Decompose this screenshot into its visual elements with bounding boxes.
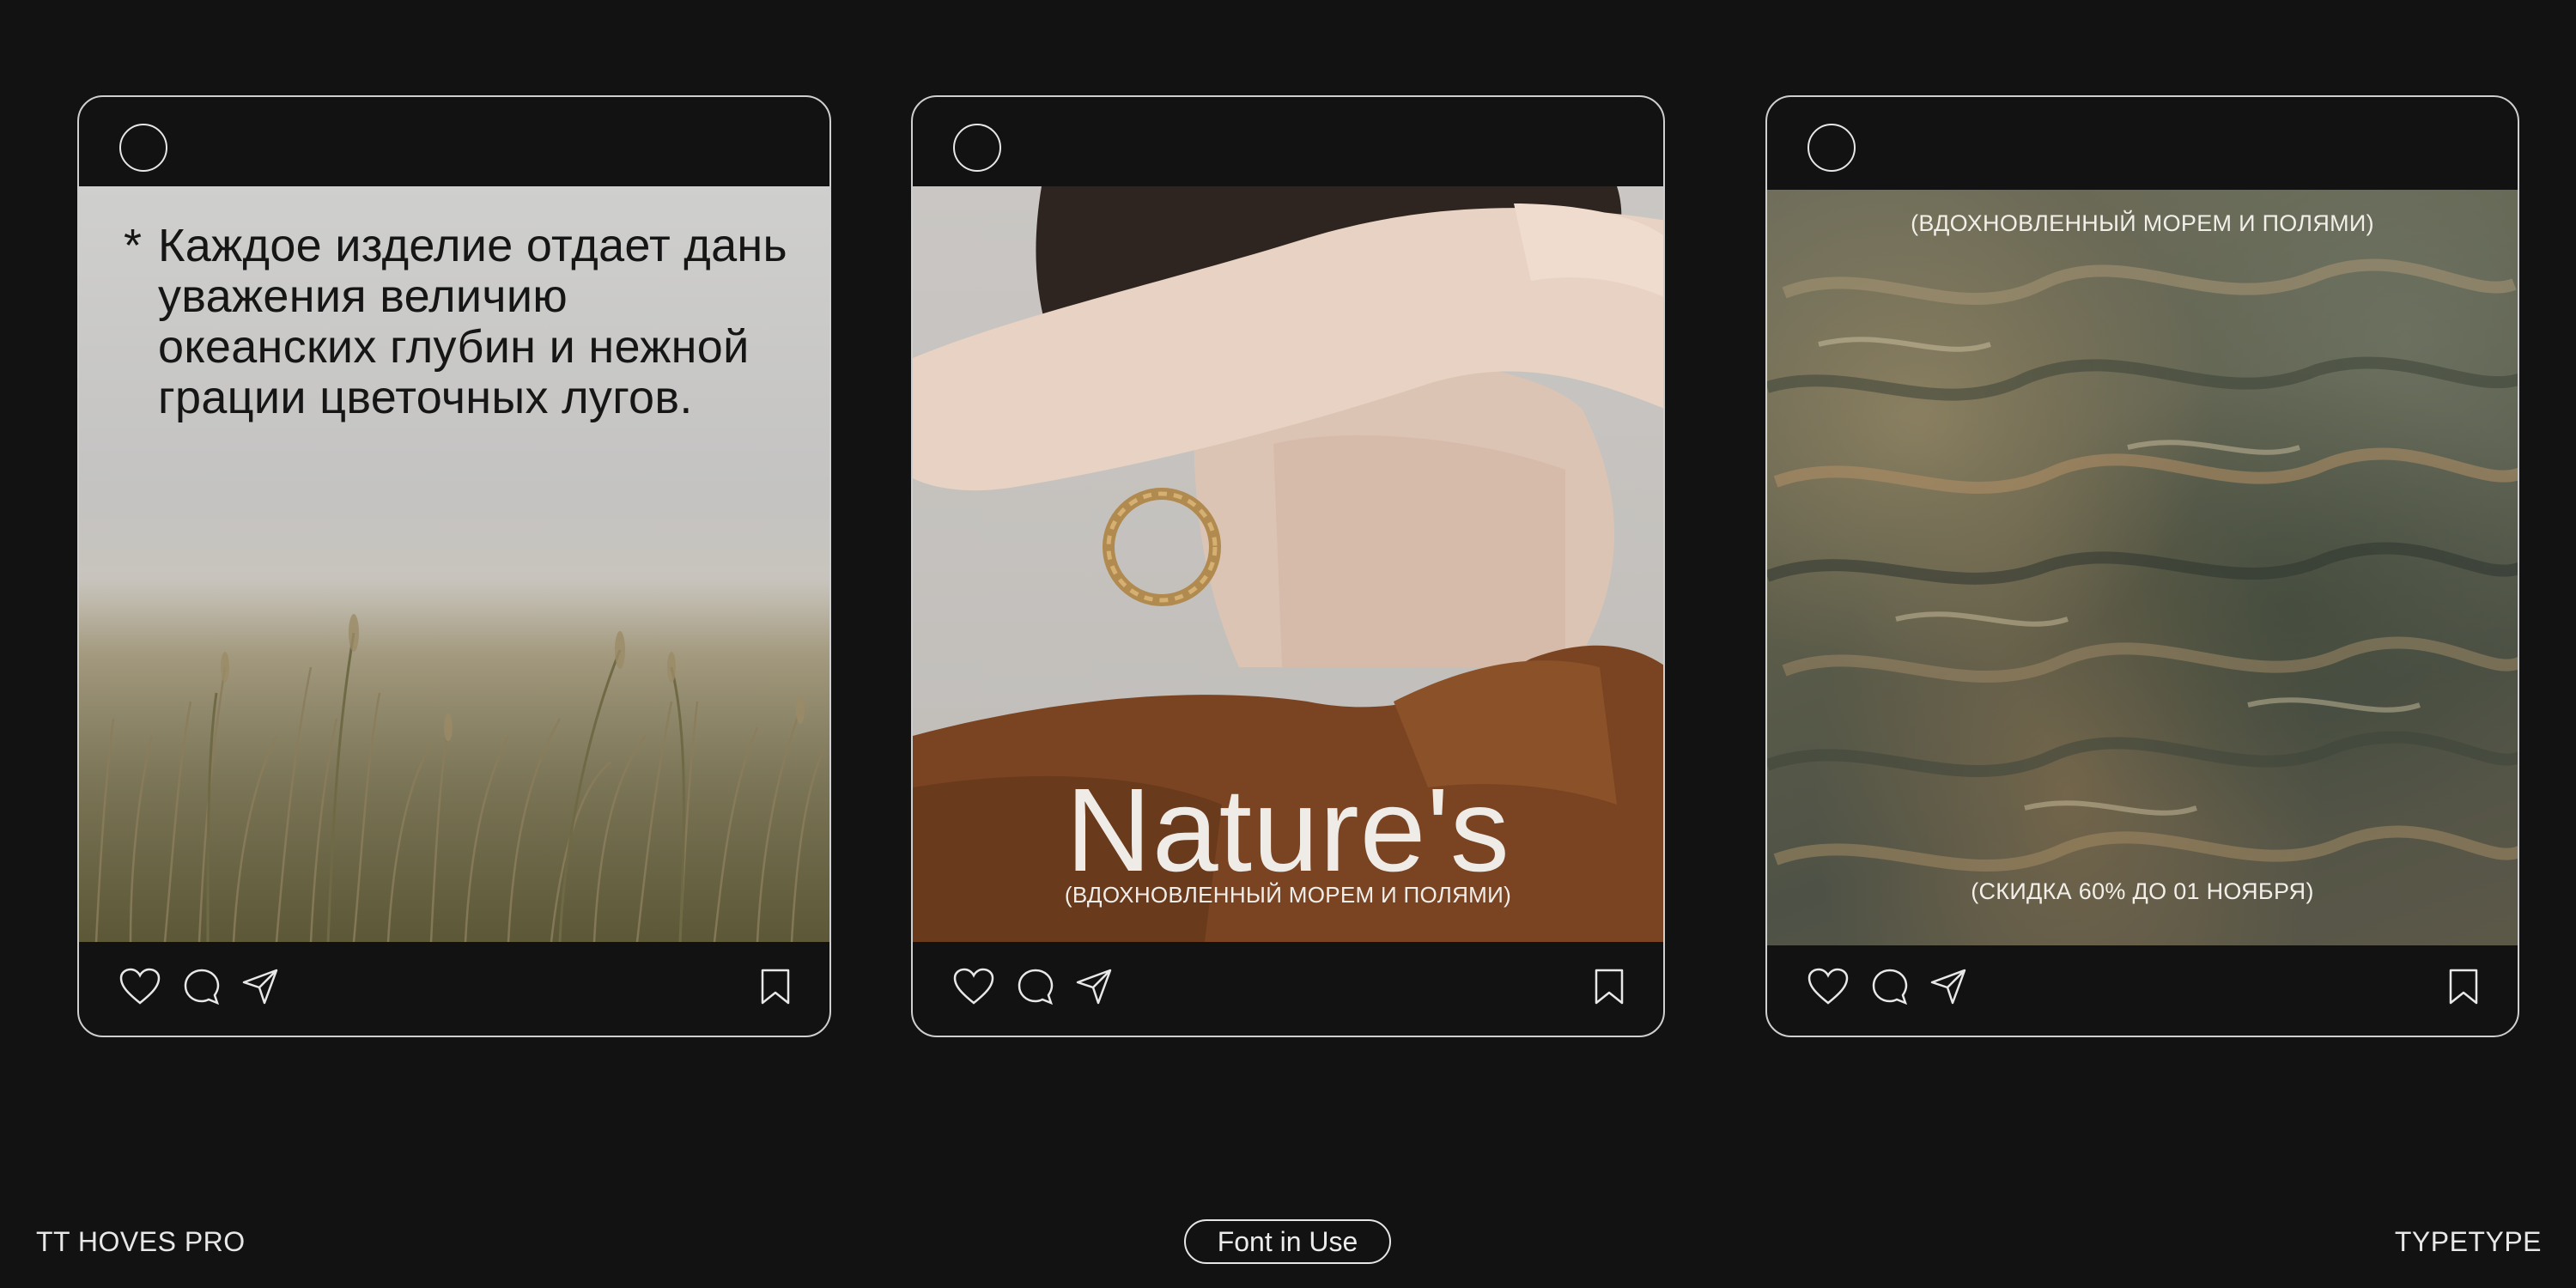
- post-actions: [1767, 940, 2518, 1036]
- comment-icon[interactable]: [1870, 967, 1910, 1006]
- post-title: Nature's: [1066, 764, 1510, 896]
- avatar[interactable]: [119, 124, 167, 172]
- post-image-meadow: * Каждое изделие отдает дань уважения ве…: [79, 186, 829, 942]
- water-illustration: [1767, 258, 2518, 872]
- post-actions: [79, 940, 829, 1036]
- post-bottom-text: (СКИДКА 60% ДО 01 НОЯБРЯ): [1971, 878, 2314, 904]
- heart-icon[interactable]: [952, 967, 995, 1006]
- post-header: [1767, 97, 2518, 186]
- post-header: [79, 97, 829, 186]
- post-caption: * Каждое изделие отдает дань уважения ве…: [124, 221, 793, 423]
- avatar[interactable]: [953, 124, 1001, 172]
- heart-icon[interactable]: [1807, 967, 1850, 1006]
- post-subtitle: (ВДОХНОВЛЕННЫЙ МОРЕМ И ПОЛЯМИ): [1064, 882, 1512, 908]
- post-header: [913, 97, 1663, 186]
- caption-text: Каждое изделие отдает дань уважения вели…: [158, 220, 787, 423]
- send-icon[interactable]: [240, 967, 280, 1006]
- send-icon[interactable]: [1929, 967, 1968, 1006]
- font-in-use-button[interactable]: Font in Use: [1184, 1219, 1391, 1264]
- bookmark-icon[interactable]: [1593, 967, 1625, 1006]
- send-icon[interactable]: [1074, 967, 1114, 1006]
- font-name-label: TT HOVES PRO: [36, 1226, 246, 1257]
- caption-marker: *: [124, 220, 143, 271]
- post-card-3: (ВДОХНОВЛЕННЫЙ МОРЕМ И ПОЛЯМИ) (СКИДКА 6…: [1765, 95, 2519, 1037]
- avatar[interactable]: [1807, 124, 1856, 172]
- comment-icon[interactable]: [182, 967, 222, 1006]
- post-image-portrait: Nature's (ВДОХНОВЛЕННЫЙ МОРЕМ И ПОЛЯМИ): [913, 186, 1663, 942]
- comment-icon[interactable]: [1016, 967, 1055, 1006]
- post-actions: [913, 940, 1663, 1036]
- heart-icon[interactable]: [118, 967, 161, 1006]
- post-top-text: (ВДОХНОВЛЕННЫЙ МОРЕМ И ПОЛЯМИ): [1911, 210, 2374, 236]
- post-card-2: Nature's (ВДОХНОВЛЕННЫЙ МОРЕМ И ПОЛЯМИ): [911, 95, 1665, 1037]
- post-card-1: * Каждое изделие отдает дань уважения ве…: [77, 95, 831, 1037]
- bookmark-icon[interactable]: [759, 967, 792, 1006]
- bookmark-icon[interactable]: [2447, 967, 2480, 1006]
- brand-label: TYPETYPE: [2394, 1226, 2542, 1257]
- post-image-water: (ВДОХНОВЛЕННЫЙ МОРЕМ И ПОЛЯМИ) (СКИДКА 6…: [1767, 190, 2518, 945]
